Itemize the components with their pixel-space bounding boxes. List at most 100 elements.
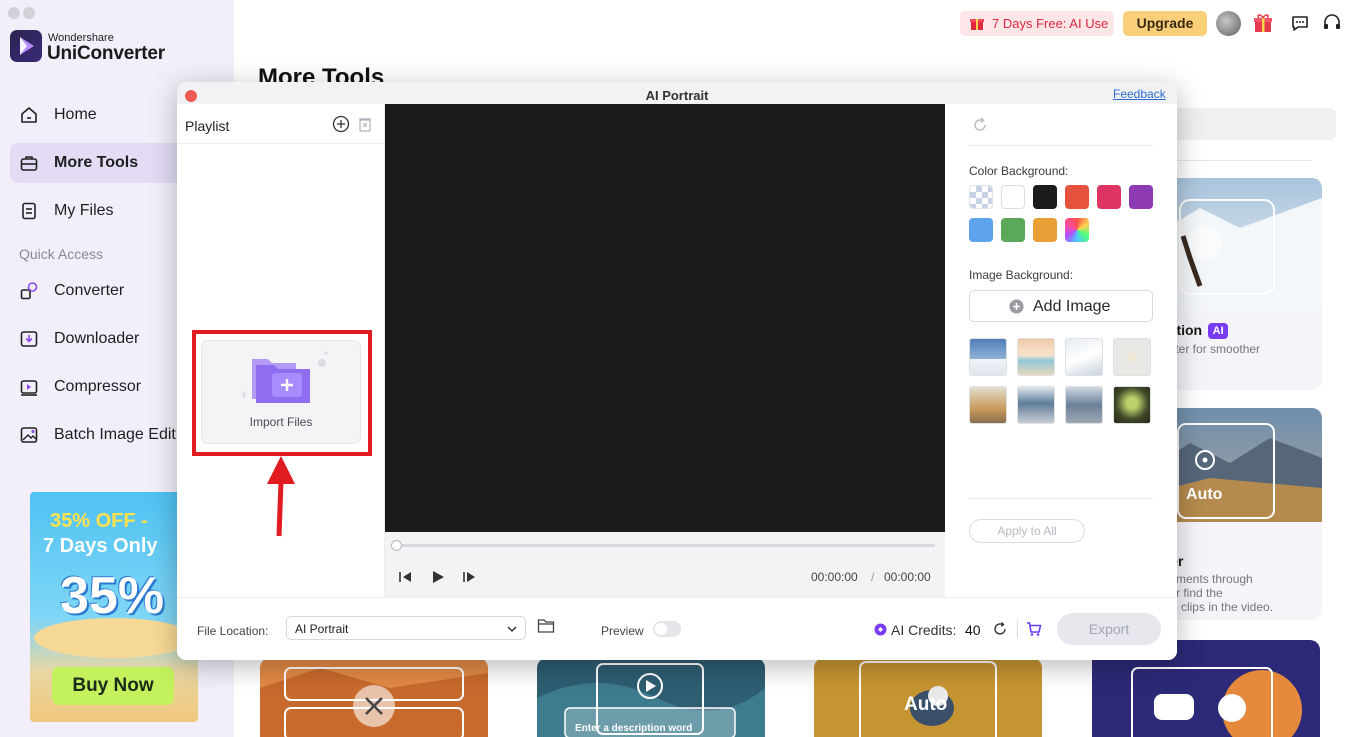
add-image-label: Add Image bbox=[1033, 298, 1111, 315]
window-close-dot[interactable] bbox=[8, 7, 20, 19]
cart-icon[interactable] bbox=[1026, 621, 1042, 637]
dialog-titlebar: AI Portrait Feedback bbox=[177, 82, 1177, 104]
home-icon bbox=[21, 107, 37, 123]
playlist-label: Playlist bbox=[185, 118, 230, 134]
color-swatch[interactable] bbox=[1001, 218, 1025, 242]
color-background-label: Color Background: bbox=[969, 164, 1069, 178]
folder-icon[interactable] bbox=[537, 618, 555, 634]
card-thumbnail bbox=[260, 658, 488, 737]
divider bbox=[969, 145, 1153, 146]
play-icon[interactable] bbox=[429, 568, 447, 586]
preview-toggle[interactable] bbox=[653, 621, 681, 637]
gift-icon bbox=[970, 19, 984, 30]
delete-icon[interactable] bbox=[356, 115, 374, 133]
promo-duration-text: 7 Days Only bbox=[43, 535, 158, 557]
background-thumbnail[interactable] bbox=[1113, 386, 1151, 424]
chat-icon[interactable] bbox=[1289, 12, 1311, 34]
color-swatch[interactable] bbox=[1033, 218, 1057, 242]
divider bbox=[1160, 160, 1312, 161]
color-swatch[interactable] bbox=[1001, 185, 1025, 209]
tool-card-bottom-3[interactable]: Auto bbox=[814, 658, 1042, 737]
background-thumbnail[interactable] bbox=[969, 386, 1007, 424]
dialog-title: AI Portrait bbox=[645, 88, 709, 103]
card-overlay-text: Auto bbox=[904, 694, 948, 715]
feedback-link[interactable]: Feedback bbox=[1113, 87, 1166, 101]
background-thumbnail[interactable] bbox=[1065, 338, 1103, 376]
background-thumbnail[interactable] bbox=[969, 338, 1007, 376]
player-controls: 00:00:00 / 00:00:00 bbox=[385, 532, 945, 597]
file-location-value: AI Portrait bbox=[295, 622, 349, 636]
downloader-icon bbox=[20, 331, 38, 347]
toolbox-icon bbox=[20, 156, 38, 171]
avatar[interactable] bbox=[1216, 11, 1241, 36]
promo-percent-art: 35% bbox=[60, 567, 165, 625]
ai-credits-icon bbox=[874, 623, 887, 636]
color-swatch[interactable] bbox=[1129, 185, 1153, 209]
sidebar-item-label: Downloader bbox=[54, 330, 140, 347]
headset-icon[interactable] bbox=[1321, 12, 1343, 34]
card-overlay-text: Auto bbox=[1186, 486, 1223, 503]
playlist-header: Playlist bbox=[177, 104, 384, 144]
tool-card-bottom-2[interactable]: Enter a description word bbox=[537, 658, 765, 737]
upgrade-button[interactable]: Upgrade bbox=[1123, 11, 1207, 36]
color-swatch[interactable] bbox=[1033, 185, 1057, 209]
file-location-label: File Location: bbox=[197, 624, 269, 638]
buy-now-button[interactable]: Buy Now bbox=[52, 667, 174, 705]
color-swatch[interactable] bbox=[969, 218, 993, 242]
converter-icon bbox=[20, 282, 38, 300]
sidebar-item-label: Compressor bbox=[54, 378, 142, 395]
color-swatch[interactable] bbox=[969, 185, 993, 209]
search-bar[interactable] bbox=[1160, 108, 1336, 140]
file-icon bbox=[22, 202, 36, 220]
color-swatch[interactable] bbox=[1065, 218, 1089, 242]
export-button[interactable]: Export bbox=[1057, 613, 1161, 645]
window-minimize-dot[interactable] bbox=[23, 7, 35, 19]
total-time: 00:00:00 bbox=[884, 570, 931, 584]
previous-frame-icon[interactable] bbox=[397, 568, 415, 586]
free-trial-text: 7 Days Free: AI Use bbox=[992, 16, 1109, 31]
plus-circle-icon bbox=[1009, 299, 1024, 314]
ai-credits-value: 40 bbox=[965, 622, 981, 638]
sidebar-item-label: More Tools bbox=[54, 154, 139, 171]
card-overlay-text: Enter a description word bbox=[575, 723, 693, 734]
time-separator: / bbox=[871, 570, 875, 584]
next-frame-icon[interactable] bbox=[461, 568, 479, 586]
background-thumbnail[interactable] bbox=[1017, 386, 1055, 424]
progress-track[interactable] bbox=[395, 544, 935, 547]
gift-icon[interactable] bbox=[1252, 12, 1274, 34]
free-trial-badge[interactable]: 7 Days Free: AI Use bbox=[960, 11, 1114, 36]
progress-handle[interactable] bbox=[391, 540, 402, 551]
color-swatch[interactable] bbox=[1097, 185, 1121, 209]
file-location-select[interactable]: AI Portrait bbox=[286, 616, 526, 640]
color-swatch[interactable] bbox=[1065, 185, 1089, 209]
current-time: 00:00:00 bbox=[811, 570, 858, 584]
ai-credits-label: AI Credits: bbox=[891, 622, 957, 638]
divider bbox=[969, 498, 1153, 499]
background-thumbnail[interactable] bbox=[1065, 386, 1103, 424]
divider bbox=[1017, 620, 1018, 638]
chevron-down-icon bbox=[507, 626, 517, 633]
background-thumbnail[interactable] bbox=[1113, 338, 1151, 376]
sidebar-item-label: My Files bbox=[54, 202, 114, 219]
sidebar-item-label: Batch Image Edit bbox=[54, 426, 176, 443]
app-logo bbox=[10, 30, 42, 62]
refresh-icon[interactable] bbox=[971, 116, 989, 134]
refresh-icon[interactable] bbox=[992, 621, 1008, 637]
tool-card-bottom-1[interactable] bbox=[260, 658, 488, 737]
promo-discount-text: 35% OFF - bbox=[50, 510, 148, 532]
background-thumbnail[interactable] bbox=[1017, 338, 1055, 376]
ai-badge: AI bbox=[1208, 323, 1229, 339]
toggle-knob bbox=[655, 623, 667, 635]
promo-banner[interactable]: 35% OFF - 7 Days Only 35% Buy Now bbox=[30, 492, 198, 722]
arrow-up-icon bbox=[267, 456, 295, 537]
brand-name: UniConverter bbox=[47, 43, 165, 64]
sidebar-item-label: Converter bbox=[54, 282, 125, 299]
ai-portrait-dialog: AI Portrait Feedback Playlist Import Fil… bbox=[177, 82, 1177, 660]
apply-to-all-button[interactable]: Apply to All bbox=[969, 519, 1085, 543]
image-background-label: Image Background: bbox=[969, 268, 1074, 282]
add-image-button[interactable]: Add Image bbox=[969, 290, 1153, 322]
dialog-footer: File Location: AI Portrait Preview AI Cr… bbox=[177, 597, 1177, 660]
playlist-panel: Playlist Import Files bbox=[177, 104, 385, 597]
add-file-icon[interactable] bbox=[332, 115, 350, 133]
image-edit-icon bbox=[20, 427, 38, 443]
